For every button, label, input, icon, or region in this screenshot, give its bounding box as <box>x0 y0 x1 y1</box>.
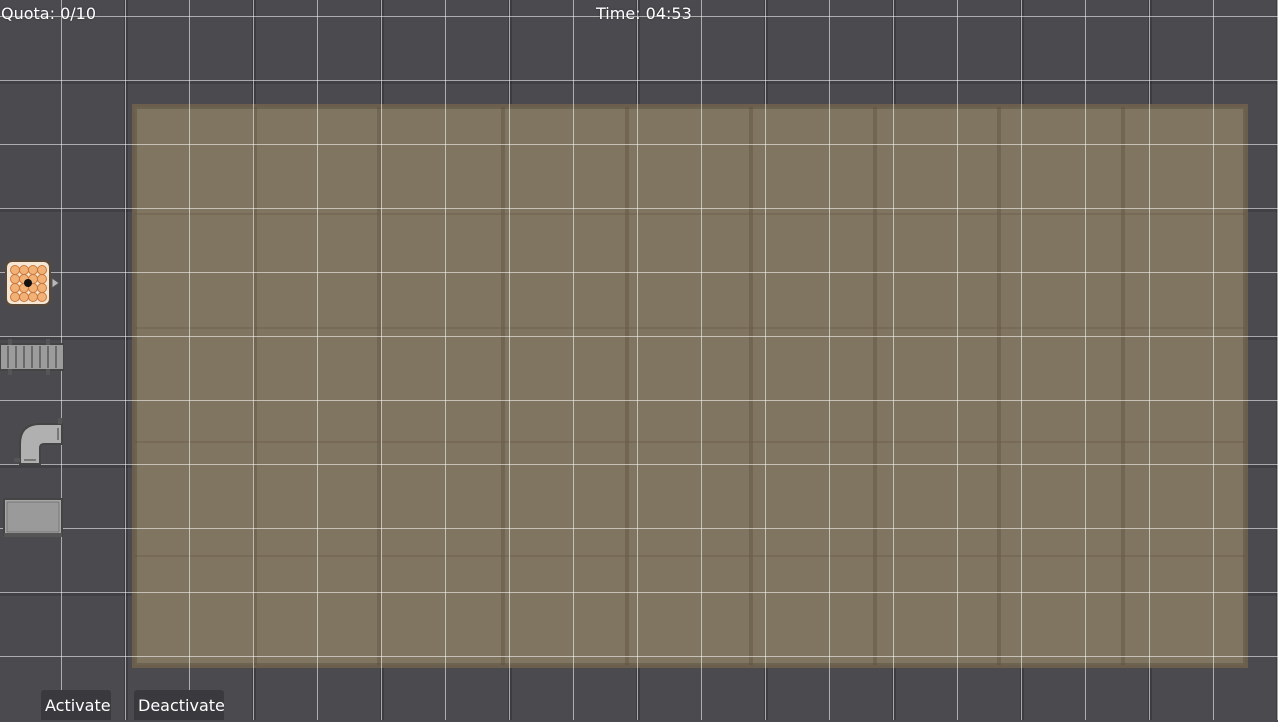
palette-conveyor[interactable] <box>0 338 65 376</box>
floor-pattern <box>135 107 1245 665</box>
conveyor-belt-icon <box>0 339 65 375</box>
pipe-elbow-icon <box>14 418 63 465</box>
palette-crate[interactable] <box>5 260 60 306</box>
deactivate-button[interactable]: Deactivate <box>134 690 225 720</box>
metal-box-icon <box>3 498 63 537</box>
time-remaining: Time: 04:53 <box>596 4 692 23</box>
activate-button[interactable]: Activate <box>41 690 111 720</box>
palette-metal-box[interactable] <box>3 498 63 538</box>
quota-counter: Quota: 0/10 <box>1 4 97 23</box>
build-area[interactable] <box>132 104 1248 668</box>
palette-pipe-elbow[interactable] <box>12 414 64 466</box>
crate-icon <box>5 260 60 306</box>
